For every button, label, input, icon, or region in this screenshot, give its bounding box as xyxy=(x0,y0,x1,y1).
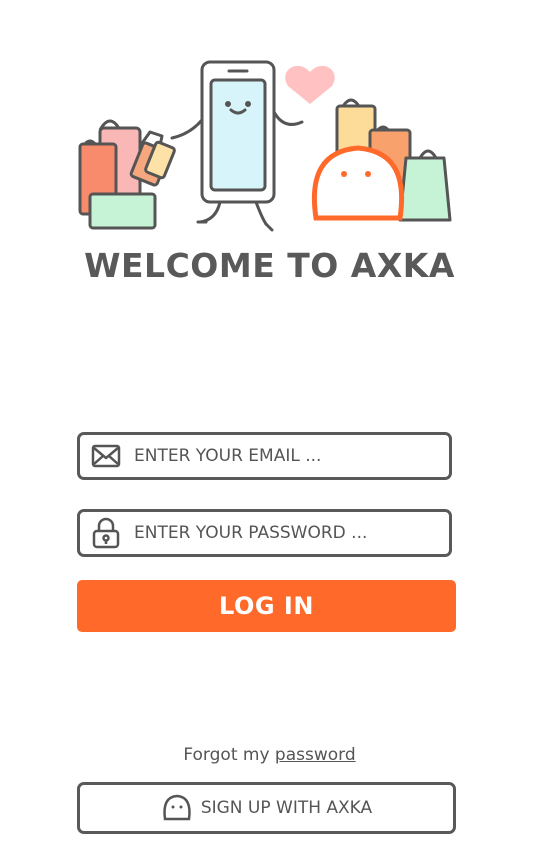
signup-button[interactable]: SIGN UP WITH AXKA xyxy=(77,782,456,834)
padlock-icon xyxy=(90,517,122,549)
blob-mascot xyxy=(311,145,405,221)
password-field[interactable] xyxy=(77,509,452,557)
shopping-bags-left xyxy=(78,119,176,230)
email-input[interactable] xyxy=(134,435,449,477)
signup-label: SIGN UP WITH AXKA xyxy=(200,798,373,818)
forgot-password-link[interactable]: password xyxy=(275,745,356,765)
heart-icon xyxy=(285,65,335,104)
forgot-prefix-text: Forgot my xyxy=(183,745,270,765)
envelope-icon xyxy=(90,440,122,472)
axka-mascot-icon xyxy=(161,792,193,824)
page-title: WELCOME TO AXKA xyxy=(84,246,455,285)
phone-mascot xyxy=(170,60,304,232)
password-input[interactable] xyxy=(134,512,449,554)
email-field[interactable] xyxy=(77,432,452,480)
welcome-illustration xyxy=(78,60,452,232)
login-button[interactable]: LOG IN xyxy=(77,580,456,632)
forgot-password-line: Forgot my password xyxy=(0,745,539,765)
